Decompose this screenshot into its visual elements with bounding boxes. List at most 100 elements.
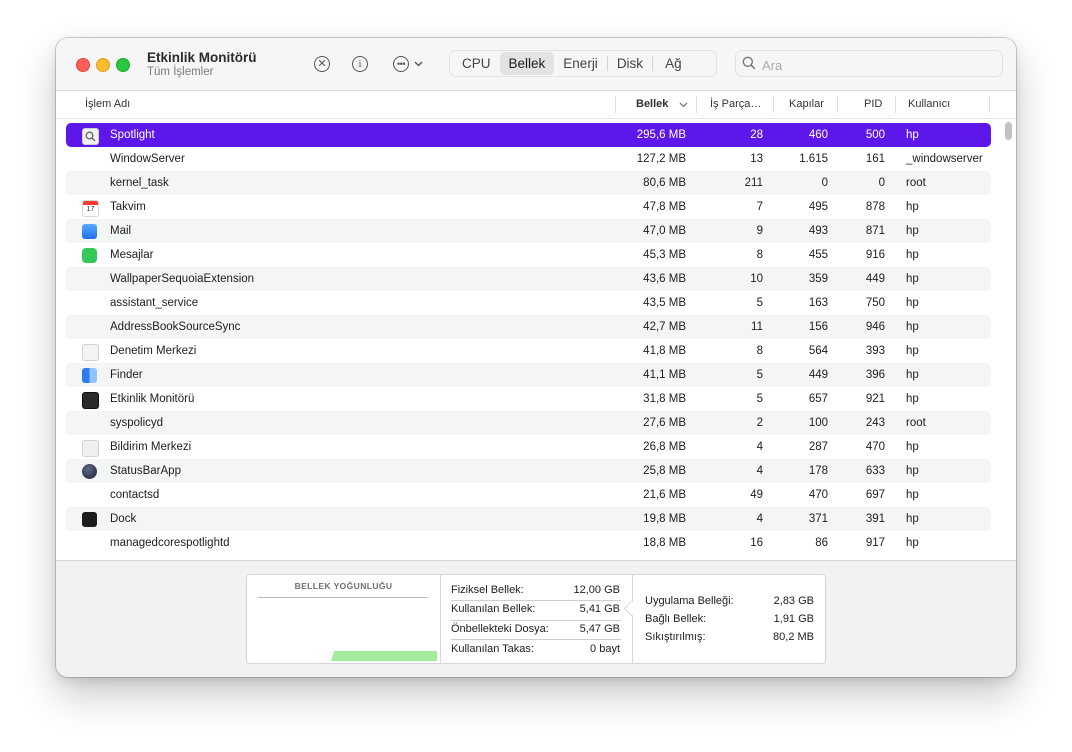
- pid-value: 0: [878, 177, 885, 189]
- x-circle-icon: ✕: [314, 56, 330, 72]
- tab-ag[interactable]: Ağ: [653, 52, 694, 75]
- finder-icon: [82, 368, 97, 383]
- scrollbar-thumb[interactable]: [1005, 122, 1012, 140]
- close-window-button[interactable]: [76, 58, 90, 72]
- table-row[interactable]: managedcorespotlightd 18,8 MB 16 86 917 hp: [66, 531, 991, 555]
- pid-value: 391: [865, 513, 885, 525]
- window-title: Etkinlik Monitörü: [147, 50, 257, 65]
- column-process-name[interactable]: İşlem Adı: [85, 91, 130, 118]
- ports-value: 495: [808, 201, 828, 213]
- pid-value: 161: [865, 153, 885, 165]
- column-divider: [989, 96, 990, 113]
- activity-monitor-icon: [82, 392, 99, 409]
- table-row[interactable]: Etkinlik Monitörü 31,8 MB 5 657 921 hp: [66, 387, 991, 411]
- column-threads[interactable]: İş Parça…: [710, 91, 761, 118]
- column-user[interactable]: Kullanıcı: [908, 91, 950, 118]
- ellipsis-circle-icon: •••: [393, 56, 409, 72]
- panel-divider: [440, 575, 441, 663]
- tab-enerji[interactable]: Enerji: [554, 52, 607, 75]
- physical-memory-label: Fiziksel Bellek:: [451, 584, 524, 596]
- column-divider: [615, 96, 616, 113]
- table-row[interactable]: Denetim Merkezi 41,8 MB 8 564 393 hp: [66, 339, 991, 363]
- window-subtitle[interactable]: Tüm İşlemler: [147, 66, 213, 78]
- pid-value: 470: [865, 441, 885, 453]
- table-row[interactable]: StatusBarApp 25,8 MB 4 178 633 hp: [66, 459, 991, 483]
- stop-process-button[interactable]: ✕: [313, 53, 331, 75]
- column-divider: [837, 96, 838, 113]
- memory-value: 18,8 MB: [643, 537, 686, 549]
- tab-bellek[interactable]: Bellek: [499, 52, 555, 75]
- scrollbar-track[interactable]: [1002, 119, 1014, 560]
- pid-value: 917: [865, 537, 885, 549]
- table-row[interactable]: Dock 19,8 MB 4 371 391 hp: [66, 507, 991, 531]
- column-divider: [895, 96, 896, 113]
- notification-center-icon: [82, 440, 99, 457]
- process-name: Mail: [110, 225, 132, 237]
- column-memory[interactable]: Bellek: [636, 91, 668, 118]
- user-value: hp: [906, 225, 919, 237]
- user-value: hp: [906, 201, 919, 213]
- threads-value: 211: [744, 177, 763, 189]
- minimize-window-button[interactable]: [96, 58, 110, 72]
- ports-value: 0: [821, 177, 828, 189]
- ports-value: 564: [808, 345, 828, 357]
- process-name: assistant_service: [110, 297, 199, 309]
- user-value: hp: [906, 273, 919, 285]
- table-row[interactable]: AddressBookSourceSync 42,7 MB 11 156 946 hp: [66, 315, 991, 339]
- memory-value: 42,7 MB: [643, 321, 686, 333]
- process-name: Denetim Merkezi: [110, 345, 197, 357]
- pid-value: 916: [865, 249, 885, 261]
- table-row[interactable]: WallpaperSequoiaExtension 43,6 MB 10 359 449…: [66, 267, 991, 291]
- column-header: İşlem Adı Bellek İş Parça… Kapılar PID K…: [56, 91, 1016, 119]
- table-row[interactable]: Mail 47,0 MB 9 493 871 hp: [66, 219, 991, 243]
- chevron-down-icon: [414, 61, 423, 67]
- memory-value: 27,6 MB: [643, 417, 686, 429]
- user-value: _windowserver: [906, 153, 983, 165]
- table-row[interactable]: kernel_task 80,6 MB 211 0 0 root: [66, 171, 991, 195]
- memory-value: 295,6 MB: [636, 129, 686, 141]
- tab-disk[interactable]: Disk: [608, 52, 652, 75]
- process-name: WindowServer: [110, 153, 185, 165]
- table-row[interactable]: assistant_service 43,5 MB 5 163 750 hp: [66, 291, 991, 315]
- memory-summary-area: BELLEK YOĞUNLUĞU Fiziksel Bellek: 12,00 …: [56, 560, 1016, 677]
- memory-pressure-baseline: [258, 597, 428, 598]
- user-value: hp: [906, 393, 919, 405]
- pid-value: 750: [865, 297, 885, 309]
- pid-value: 243: [865, 417, 885, 429]
- table-row[interactable]: WindowServer 127,2 MB 13 1.615 161 _windowser…: [66, 147, 991, 171]
- zoom-window-button[interactable]: [116, 58, 130, 72]
- column-pid[interactable]: PID: [864, 91, 882, 118]
- table-row[interactable]: Mesajlar 45,3 MB 8 455 916 hp: [66, 243, 991, 267]
- threads-value: 13: [750, 153, 763, 165]
- more-actions-button[interactable]: •••: [391, 53, 425, 75]
- memory-value: 19,8 MB: [643, 513, 686, 525]
- column-ports[interactable]: Kapılar: [789, 91, 824, 118]
- swap-used-label: Kullanılan Takas:: [451, 643, 534, 655]
- table-row[interactable]: 17 Takvim 47,8 MB 7 495 878 hp: [66, 195, 991, 219]
- ports-value: 1.615: [799, 153, 828, 165]
- tab-cpu[interactable]: CPU: [453, 52, 500, 75]
- ports-value: 371: [808, 513, 828, 525]
- toolbar: Etkinlik Monitörü Tüm İşlemler ✕ i ••• C…: [56, 38, 1016, 91]
- pid-value: 878: [865, 201, 885, 213]
- memory-value: 31,8 MB: [643, 393, 686, 405]
- control-center-icon: [82, 344, 99, 361]
- search-input[interactable]: [760, 54, 1000, 76]
- table-row[interactable]: Spotlight 295,6 MB 28 460 500 hp: [66, 123, 991, 147]
- threads-value: 4: [756, 465, 763, 477]
- threads-value: 4: [756, 513, 763, 525]
- memory-value: 25,8 MB: [643, 465, 686, 477]
- process-name: Dock: [110, 513, 137, 525]
- used-memory-value: 5,41 GB: [579, 603, 620, 615]
- table-row[interactable]: syspolicyd 27,6 MB 2 100 243 root: [66, 411, 991, 435]
- threads-value: 16: [750, 537, 763, 549]
- user-value: hp: [906, 489, 919, 501]
- threads-value: 7: [756, 201, 763, 213]
- pid-value: 500: [865, 129, 885, 141]
- table-row[interactable]: contactsd 21,6 MB 49 470 697 hp: [66, 483, 991, 507]
- inspect-process-button[interactable]: i: [351, 53, 369, 75]
- table-row[interactable]: Bildirim Merkezi 26,8 MB 4 287 470 hp: [66, 435, 991, 459]
- table-row[interactable]: Finder 41,1 MB 5 449 396 hp: [66, 363, 991, 387]
- search-field[interactable]: [735, 50, 1003, 77]
- ports-value: 86: [815, 537, 828, 549]
